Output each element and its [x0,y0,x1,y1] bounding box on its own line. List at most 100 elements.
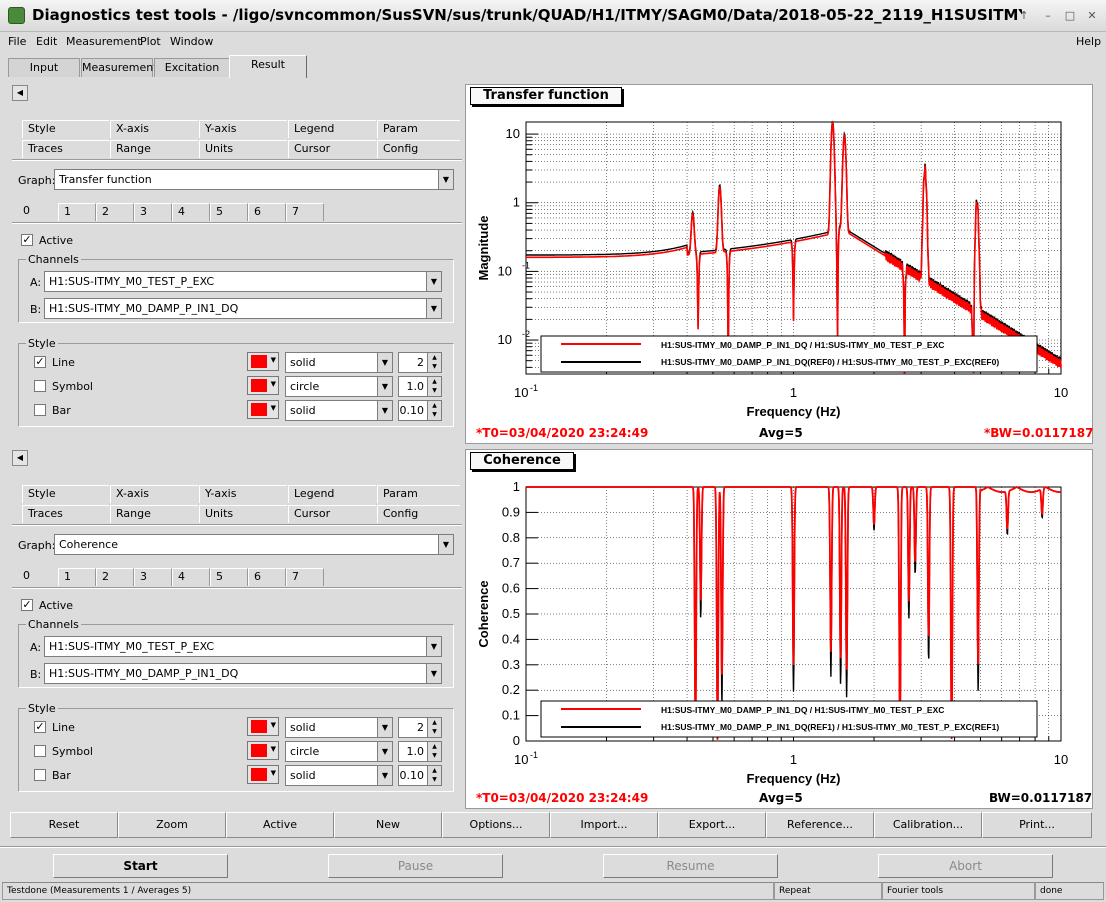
subtab-cursor[interactable]: Cursor [288,140,376,158]
reference-button[interactable]: Reference... [766,812,874,838]
abort-button[interactable]: Abort [878,854,1053,878]
trace-tab-4[interactable]: 4 [172,203,210,221]
trace-tab-1[interactable]: 1 [58,568,96,586]
import-button[interactable]: Import... [550,812,658,838]
line-style-select[interactable]: solid ▼ [285,352,393,373]
transfer-function-plot[interactable]: Transfer function 10 1 10 -1 10 -2 10 -1 1 10 Freq… [465,84,1093,444]
zoom-button[interactable]: Zoom [118,812,226,838]
minimize-icon[interactable]: – [1040,8,1056,24]
trace-tab-6[interactable]: 6 [248,203,286,221]
channel-b-select[interactable]: H1:SUS-ITMY_M0_DAMP_P_IN1_DQ ▼ [44,298,442,319]
line-style-select[interactable]: solid ▼ [285,717,393,738]
coherence-plot[interactable]: Coherence 1 0.9 0.8 0.7 0.6 0.5 0.4 0.3 0.2 0.1 0 1… [465,449,1093,809]
trace-tab-3[interactable]: 3 [134,203,172,221]
trace-tab-3[interactable]: 3 [134,568,172,586]
active-button[interactable]: Active [226,812,334,838]
symbol-checkbox[interactable] [34,380,46,392]
trace-tab-2[interactable]: 2 [96,203,134,221]
trace-tab-5[interactable]: 5 [210,203,248,221]
subtab-units[interactable]: Units [199,140,287,158]
print-button[interactable]: Print... [982,812,1092,838]
maximize-icon[interactable]: □ [1062,8,1078,24]
subtab-xaxis[interactable]: X-axis [110,485,198,503]
subtab-param[interactable]: Param [377,485,460,503]
reset-button[interactable]: Reset [10,812,118,838]
menu-plot[interactable]: Plot [140,35,161,48]
subtab-traces[interactable]: Traces [22,140,109,158]
bar-size-spinner[interactable]: 0.10 ▲ ▼ [398,765,442,786]
bar-checkbox[interactable] [34,404,46,416]
bar-style-select[interactable]: solid ▼ [285,765,393,786]
menu-edit[interactable]: Edit [36,35,57,48]
symbol-size-spinner[interactable]: 1.0 ▲ ▼ [398,376,442,397]
resume-button[interactable]: Resume [603,854,778,878]
active-checkbox[interactable]: ✓ [21,599,33,611]
close-icon[interactable]: ✕ [1084,8,1100,24]
subtab-legend[interactable]: Legend [288,485,376,503]
bar-checkbox[interactable] [34,769,46,781]
bar-style-select[interactable]: solid ▼ [285,400,393,421]
subtab-range[interactable]: Range [110,140,198,158]
menu-measurement[interactable]: Measurement [66,35,142,48]
subtab-traces[interactable]: Traces [22,505,109,523]
channel-a-select[interactable]: H1:SUS-ITMY_M0_TEST_P_EXC ▼ [44,271,442,292]
trace-tab-7[interactable]: 7 [286,568,324,586]
trace-tab-7[interactable]: 7 [286,203,324,221]
symbol-style-select[interactable]: circle ▼ [285,741,393,762]
subtab-param[interactable]: Param [377,120,460,138]
collapse-button[interactable]: ◀ [12,85,28,101]
collapse-button[interactable]: ◀ [12,450,28,466]
line-checkbox[interactable]: ✓ [34,356,46,368]
line-size-spinner[interactable]: 2 ▲ ▼ [398,352,442,373]
bar-color-picker[interactable]: ▼ [247,765,279,784]
window-up-icon[interactable]: ↑ [1016,8,1032,24]
subtab-xaxis[interactable]: X-axis [110,120,198,138]
line-checkbox[interactable]: ✓ [34,721,46,733]
subtab-config[interactable]: Config [377,505,460,523]
options-button[interactable]: Options... [442,812,550,838]
symbol-style-select[interactable]: circle ▼ [285,376,393,397]
subtab-range[interactable]: Range [110,505,198,523]
export-button[interactable]: Export... [658,812,766,838]
graph-select[interactable]: Transfer function ▼ [54,169,454,190]
line-color-picker[interactable]: ▼ [247,352,279,371]
subtab-style[interactable]: Style [22,120,109,138]
subtab-cursor[interactable]: Cursor [288,505,376,523]
subtab-legend[interactable]: Legend [288,120,376,138]
symbol-color-picker[interactable]: ▼ [247,741,279,760]
subtab-units[interactable]: Units [199,505,287,523]
line-size-spinner[interactable]: 2 ▲ ▼ [398,717,442,738]
trace-tab-1[interactable]: 1 [58,203,96,221]
calibration-button[interactable]: Calibration... [874,812,982,838]
trace-tab-4[interactable]: 4 [172,568,210,586]
symbol-size-spinner[interactable]: 1.0 ▲ ▼ [398,741,442,762]
subtab-yaxis[interactable]: Y-axis [199,120,287,138]
pause-button[interactable]: Pause [328,854,503,878]
tab-excitation[interactable]: Excitation [154,58,230,77]
trace-tab-6[interactable]: 6 [248,568,286,586]
start-button[interactable]: Start [53,854,228,878]
subtab-yaxis[interactable]: Y-axis [199,485,287,503]
trace-tab-5[interactable]: 5 [210,568,248,586]
new-button[interactable]: New [334,812,442,838]
symbol-color-picker[interactable]: ▼ [247,376,279,395]
symbol-checkbox[interactable] [34,745,46,757]
menu-window[interactable]: Window [170,35,213,48]
tab-result[interactable]: Result [229,55,307,78]
channel-a-select[interactable]: H1:SUS-ITMY_M0_TEST_P_EXC ▼ [44,636,442,657]
bar-color-picker[interactable]: ▼ [247,400,279,419]
trace-tab-2[interactable]: 2 [96,568,134,586]
tab-measurement[interactable]: Measurement [81,58,158,77]
trace-tab-0[interactable]: 0 [18,203,54,221]
channel-b-select[interactable]: H1:SUS-ITMY_M0_DAMP_P_IN1_DQ ▼ [44,663,442,684]
line-color-picker[interactable]: ▼ [247,717,279,736]
tab-input[interactable]: Input [8,58,80,77]
menu-help[interactable]: Help [1076,35,1101,48]
subtab-style[interactable]: Style [22,485,109,503]
active-checkbox[interactable]: ✓ [21,234,33,246]
trace-tab-0[interactable]: 0 [18,568,54,586]
menu-file[interactable]: File [8,35,26,48]
bar-size-spinner[interactable]: 0.10 ▲ ▼ [398,400,442,421]
graph-select[interactable]: Coherence ▼ [54,534,454,555]
subtab-config[interactable]: Config [377,140,460,158]
